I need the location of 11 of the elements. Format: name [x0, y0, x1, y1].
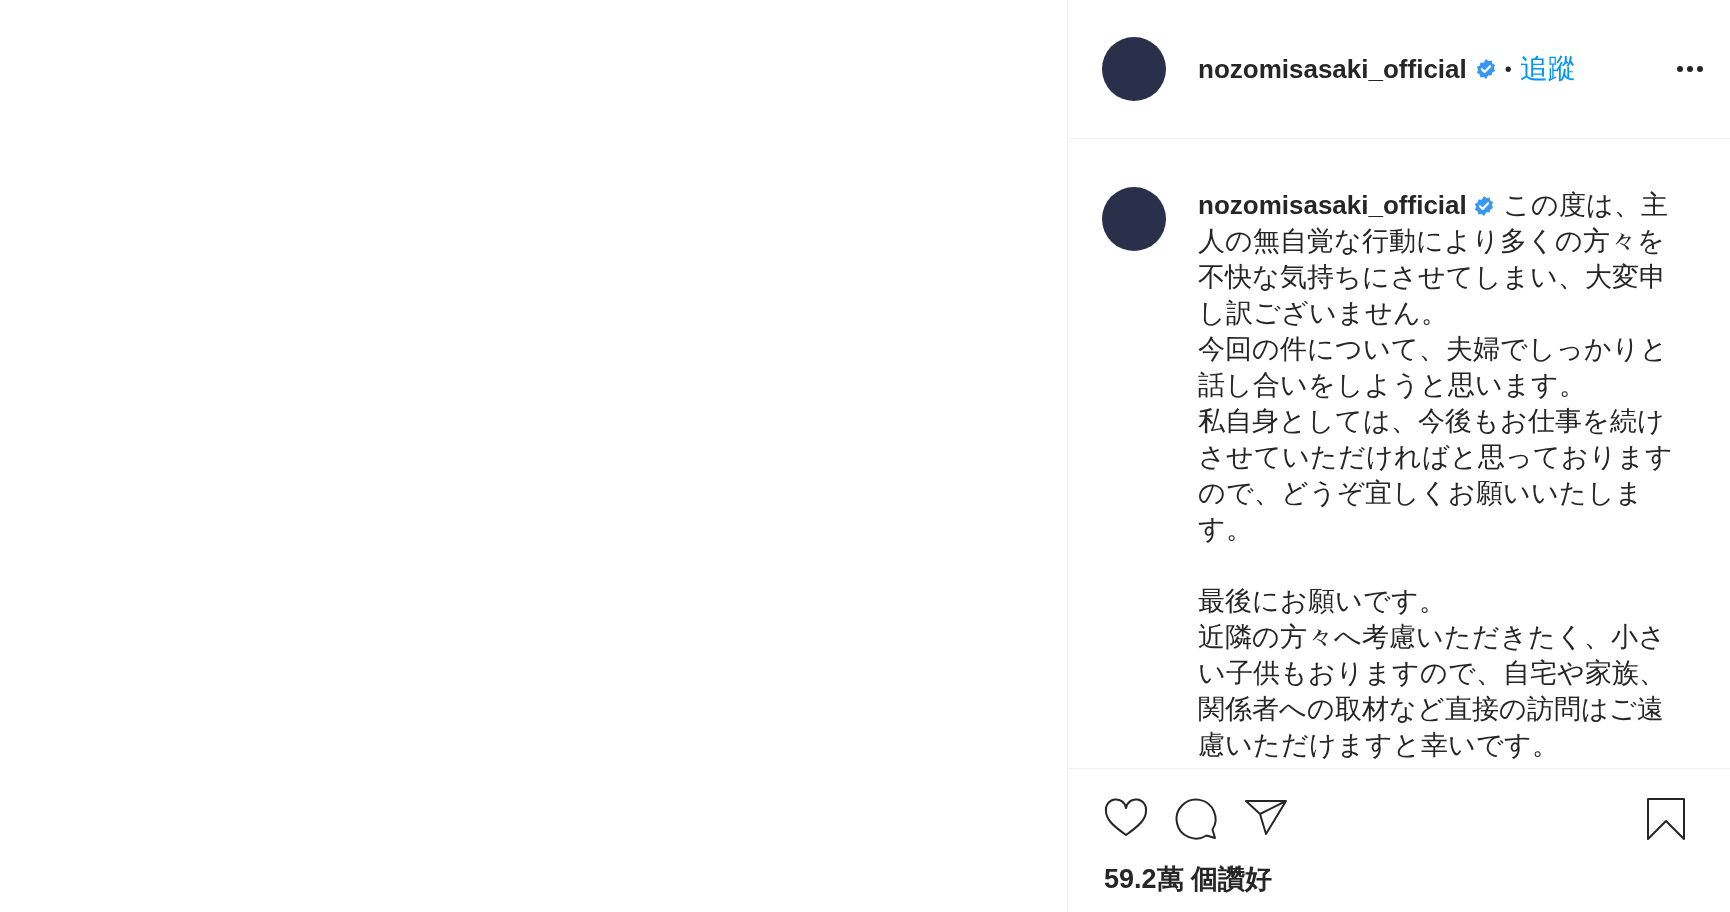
separator-dot: •: [1504, 57, 1512, 81]
more-options-icon[interactable]: [1676, 65, 1704, 73]
caption-text: 最後にお願いです。: [1198, 585, 1447, 618]
caption-text: 近隣の方々へ考慮いただきたく、小さい子供もおりますので、自宅や家族、関係者への取材など直接の訪問はご遠慮いただけますと幸いです。: [1198, 621, 1667, 762]
bookmark-icon[interactable]: [1644, 795, 1688, 843]
caption-text: 今回の件について、夫婦でしっかりと話し合いをしようと思います。: [1198, 333, 1669, 402]
username-link[interactable]: nozomisasaki_official: [1198, 190, 1467, 220]
caption-text: 私自身としては、今後もお仕事を続けさせていただければと思っておりますので、どうぞ宜しくお願いいたします。: [1198, 405, 1674, 546]
caption-text: nozomisasaki_official この度は、主人の無自覚な行動により多くの方々を不快な気持ちにさせてしまい、大変申し訳ございません。: [1198, 189, 1669, 330]
username-link[interactable]: nozomisasaki_official: [1198, 53, 1467, 85]
likes-count[interactable]: 59.2萬 個讚好: [1068, 843, 1730, 897]
